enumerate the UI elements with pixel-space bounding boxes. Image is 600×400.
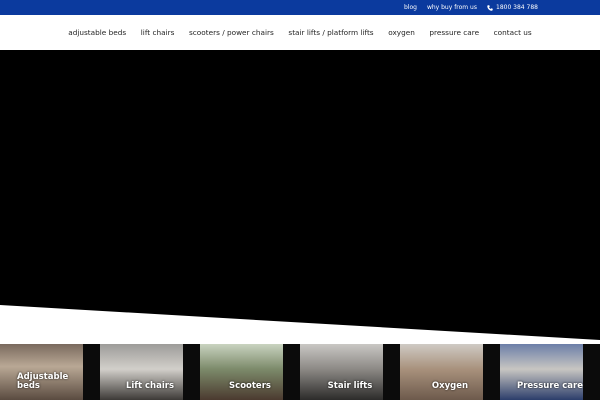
tile-divider xyxy=(183,344,200,400)
tile-divider xyxy=(383,344,400,400)
category-label: Adjustable beds xyxy=(17,372,69,391)
tile-divider xyxy=(583,344,600,400)
top-utility-bar: blog why buy from us 1800 384 788 xyxy=(0,0,600,15)
category-label: Lift chairs xyxy=(125,381,175,391)
nav-item-contact-us[interactable]: contact us xyxy=(486,28,539,37)
category-tile-pressure-care[interactable]: Pressure care xyxy=(500,344,600,400)
main-navigation: adjustable beds lift chairs scooters / p… xyxy=(0,15,600,50)
tile-divider xyxy=(283,344,300,400)
category-label: Pressure care xyxy=(516,381,583,391)
nav-item-adjustable-beds[interactable]: adjustable beds xyxy=(61,28,134,37)
phone-link[interactable]: 1800 384 788 xyxy=(487,4,538,11)
hero-banner xyxy=(0,50,600,340)
lift-chairs-photo xyxy=(100,344,183,400)
category-label: Scooters xyxy=(229,381,271,391)
category-tile-scooters[interactable]: Scooters xyxy=(200,344,300,400)
category-tile-oxygen[interactable]: Oxygen xyxy=(400,344,500,400)
nav-item-oxygen[interactable]: oxygen xyxy=(381,28,422,37)
nav-list: adjustable beds lift chairs scooters / p… xyxy=(61,28,539,37)
nav-item-scooters-power-chairs[interactable]: scooters / power chairs xyxy=(182,28,281,37)
phone-icon xyxy=(487,4,493,11)
category-tiles: Adjustable beds Lift chairs Scooters Sta… xyxy=(0,344,600,400)
category-tile-stair-lifts[interactable]: Stair lifts xyxy=(300,344,400,400)
pressure-care-photo xyxy=(500,344,583,400)
scooters-photo xyxy=(200,344,283,400)
tile-divider xyxy=(83,344,100,400)
category-label: Oxygen xyxy=(431,381,469,391)
nav-item-lift-chairs[interactable]: lift chairs xyxy=(133,28,181,37)
oxygen-photo xyxy=(400,344,483,400)
category-tile-lift-chairs[interactable]: Lift chairs xyxy=(100,344,200,400)
nav-item-stair-lifts-platform-lifts[interactable]: stair lifts / platform lifts xyxy=(281,28,381,37)
nav-item-pressure-care[interactable]: pressure care xyxy=(422,28,486,37)
tile-divider xyxy=(483,344,500,400)
category-tile-adjustable-beds[interactable]: Adjustable beds xyxy=(0,344,100,400)
why-buy-from-us-link[interactable]: why buy from us xyxy=(427,4,477,11)
stair-lifts-photo xyxy=(300,344,383,400)
blog-link[interactable]: blog xyxy=(404,4,417,11)
phone-number: 1800 384 788 xyxy=(496,4,538,11)
category-label: Stair lifts xyxy=(327,381,373,391)
